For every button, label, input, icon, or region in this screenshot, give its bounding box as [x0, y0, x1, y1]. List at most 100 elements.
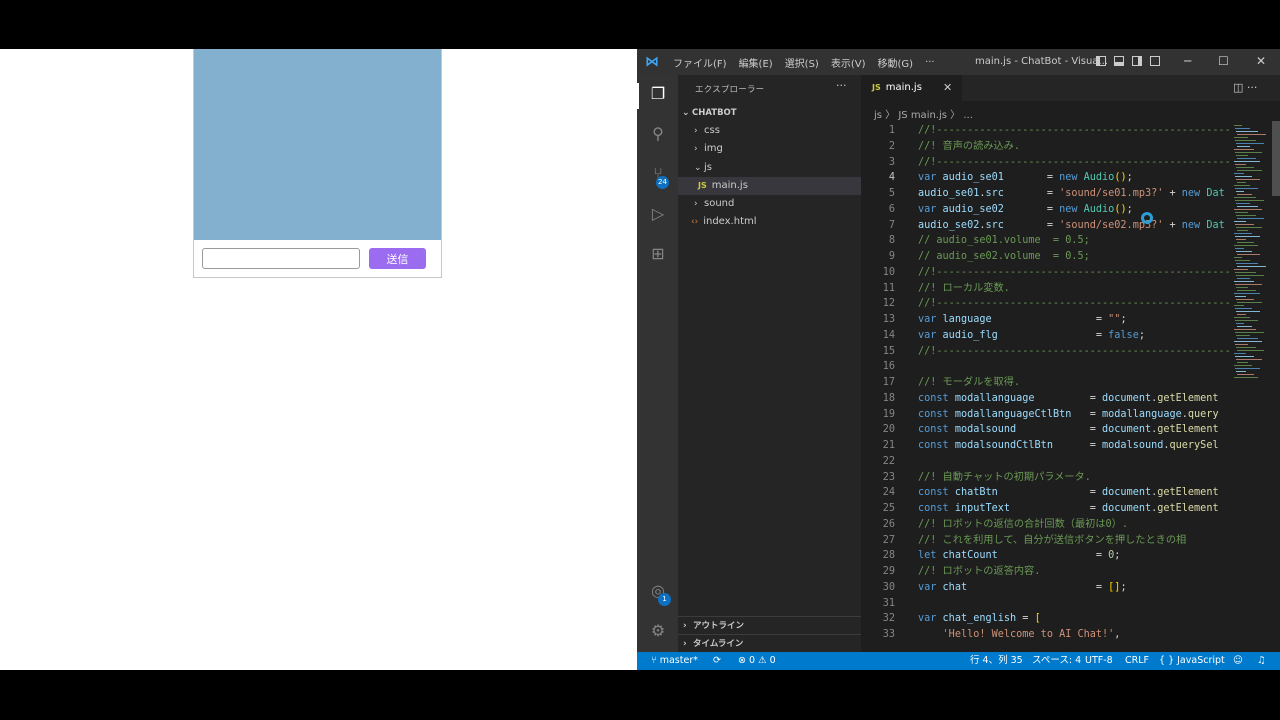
code-line[interactable]: 33 'Hello! Welcome to AI Chat!', [861, 627, 1231, 643]
code-line[interactable]: 7 audio_se02.src = 'sound/se02.mp3?' + ne… [861, 218, 1231, 234]
editor-scrollbar[interactable] [1272, 121, 1280, 652]
code-line[interactable]: 28 let chatCount = 0; [861, 548, 1231, 564]
search-icon[interactable]: ⚲ [647, 123, 669, 145]
menu-go[interactable]: 移動(G) [872, 55, 920, 70]
minimap-line [1235, 128, 1250, 129]
code-token: ; [1114, 550, 1121, 562]
code-line[interactable]: 20 const modalsound = document.getElement [861, 422, 1231, 438]
breadcrumb[interactable]: js 〉 JS main.js 〉 ... [874, 106, 973, 121]
settings-gear-icon[interactable]: ⚙ [647, 620, 669, 642]
code-line[interactable]: 19 const modallanguageCtlBtn = modallangu… [861, 407, 1231, 423]
tab-label: main.js [885, 82, 922, 93]
code-line[interactable]: 2 //! 音声の読み込み. [861, 139, 1231, 155]
code-line[interactable]: 15 //!-----------------------------------… [861, 344, 1231, 360]
tree-item-img[interactable]: › img [678, 140, 861, 158]
explorer-icon[interactable]: ❐ [647, 83, 669, 105]
code-token: var [918, 329, 943, 341]
git-branch[interactable]: ⑂ master* [651, 652, 698, 670]
code-line[interactable]: 12 //!-----------------------------------… [861, 296, 1231, 312]
cursor-position[interactable]: 行 4、列 35 [970, 652, 1023, 670]
language-mode[interactable]: { } JavaScript [1159, 652, 1225, 670]
code-token: var [918, 581, 943, 593]
code-token: = [1003, 172, 1060, 184]
code-line[interactable]: 25 const inputText = document.getElement [861, 501, 1231, 517]
line-ending[interactable]: CRLF [1125, 652, 1149, 670]
code-line[interactable]: 26 //! ロボットの返信の合計回数（最初は0）. [861, 517, 1231, 533]
code-line[interactable]: 31 [861, 596, 1231, 612]
code-line[interactable]: 9 // audio_se02.volume = 0.5; [861, 249, 1231, 265]
scrollbar-thumb[interactable] [1272, 121, 1280, 196]
split-editor-icon[interactable]: ◫ ··· [1233, 81, 1257, 94]
code-line[interactable]: 10 //!-----------------------------------… [861, 265, 1231, 281]
extensions-icon[interactable]: ⊞ [647, 243, 669, 265]
menu-file[interactable]: ファイル(F) [667, 55, 733, 70]
indentation[interactable]: スペース: 4 [1032, 652, 1081, 670]
notifications-bell-icon[interactable]: ♫ [1257, 652, 1266, 670]
code-line[interactable]: 22 [861, 454, 1231, 470]
timeline-section[interactable]: › タイムライン [678, 634, 861, 653]
line-number: 17 [882, 377, 895, 388]
toggle-sidebar-icon[interactable] [1096, 56, 1106, 66]
minimap[interactable] [1232, 121, 1272, 652]
encoding[interactable]: UTF-8 [1085, 652, 1113, 670]
code-line[interactable]: 5 audio_se01.src = 'sound/se01.mp3?' + ne… [861, 186, 1231, 202]
code-line[interactable]: 4 var audio_se01 = new Audio(); [861, 170, 1231, 186]
tree-item-sound[interactable]: › sound [678, 195, 861, 213]
code-line[interactable]: 13 var language = ""; [861, 312, 1231, 328]
outline-section[interactable]: › アウトライン [678, 616, 861, 635]
toggle-panel-icon[interactable] [1114, 56, 1124, 66]
menu-more[interactable]: ··· [919, 57, 941, 68]
menu-view[interactable]: 表示(V) [825, 55, 872, 70]
code-token: let [918, 550, 943, 562]
code-line[interactable]: 1 //!------------------------------------… [861, 123, 1231, 139]
code-text: //! ロボットの返信の合計回数（最初は0）. [918, 517, 1128, 533]
tree-item-label: css [704, 125, 720, 136]
code-line[interactable]: 3 //!------------------------------------… [861, 155, 1231, 171]
problems-indicator[interactable]: ⊗ 0 ⚠ 0 [738, 652, 776, 670]
customize-layout-icon[interactable] [1150, 56, 1160, 66]
maximize-icon[interactable]: ☐ [1218, 54, 1229, 68]
code-line[interactable]: 21 const modalsoundCtlBtn = modalsound.qu… [861, 438, 1231, 454]
code-line[interactable]: 24 const chatBtn = document.getElement [861, 485, 1231, 501]
code-editor[interactable]: 1 //!------------------------------------… [861, 121, 1231, 652]
code-line[interactable]: 6 var audio_se02 = new Audio(); [861, 202, 1231, 218]
line-number: 16 [882, 361, 895, 373]
tree-item-js[interactable]: ⌄ js [678, 159, 861, 177]
code-token: getElement [1157, 487, 1219, 499]
minimap-line [1235, 296, 1246, 297]
menu-selection[interactable]: 選択(S) [779, 55, 825, 70]
code-line[interactable]: 23 //! 自動チャットの初期パラメータ. [861, 470, 1231, 486]
code-line[interactable]: 11 //! ローカル変数. [861, 281, 1231, 297]
send-button[interactable]: 送信 [369, 248, 426, 269]
tab-main-js[interactable]: JS main.js ✕ [861, 75, 962, 101]
run-debug-icon[interactable]: ▷ [647, 203, 669, 225]
close-window-icon[interactable]: ✕ [1256, 54, 1266, 68]
code-line[interactable]: 30 var chat = []; [861, 580, 1231, 596]
code-line[interactable]: 32 var chat_english = [ [861, 611, 1231, 627]
code-line[interactable]: 27 //! これを利用して、自分が送信ボタンを押したときの相 [861, 533, 1231, 549]
editor-group: JS main.js ✕ ◫ ··· js 〉 JS main.js 〉 ... … [861, 75, 1280, 652]
close-tab-icon[interactable]: ✕ [943, 75, 952, 101]
code-line[interactable]: 29 //! ロボットの返答内容. [861, 564, 1231, 580]
code-line[interactable]: 8 // audio_se01.volume = 0.5; [861, 233, 1231, 249]
tree-root[interactable]: ⌄ CHATBOT [678, 104, 861, 122]
sync-icon[interactable]: ⟳ [713, 652, 721, 670]
minimap-line [1236, 239, 1246, 240]
code-line[interactable]: 18 const modallanguage = document.getElem… [861, 391, 1231, 407]
code-line[interactable]: 17 //! モーダルを取得. [861, 375, 1231, 391]
chat-input[interactable] [202, 248, 360, 269]
code-token: document [1102, 392, 1152, 404]
tree-item-css[interactable]: › css [678, 122, 861, 140]
menu-edit[interactable]: 編集(E) [733, 55, 779, 70]
tree-item-index-html[interactable]: ‹› index.html [678, 213, 861, 231]
code-text: //!-------------------------------------… [918, 123, 1231, 139]
feedback-icon[interactable]: ☺ [1233, 652, 1243, 670]
toggle-secondary-sidebar-icon[interactable] [1132, 56, 1142, 66]
explorer-sidebar: エクスプローラー ··· ⌄ CHATBOT › css › img ⌄ js JS ma… [678, 75, 861, 652]
code-line[interactable]: 16 [861, 359, 1231, 375]
minimize-icon[interactable]: ─ [1184, 54, 1191, 68]
code-line[interactable]: 14 var audio_flg = false; [861, 328, 1231, 344]
tree-item-main-js[interactable]: JS main.js [678, 177, 861, 195]
sidebar-more-icon[interactable]: ··· [836, 79, 847, 92]
minimap-line [1236, 251, 1252, 252]
